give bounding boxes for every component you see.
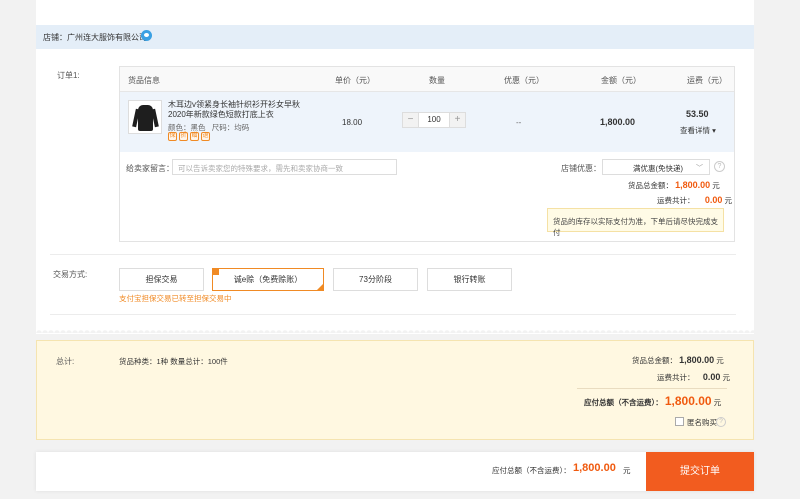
summary-payable-value: 1,800.00	[664, 394, 712, 408]
quantity-stepper[interactable]: − 100 +	[402, 112, 466, 128]
freight-total-label: 运费共计：	[657, 196, 695, 205]
footer-payable-label: 应付总额（不含运费）：	[492, 466, 571, 475]
coupon-value: 满优惠(免快递)	[633, 164, 683, 173]
payment-option-credit[interactable]: 诚e赊（免费赊账）	[212, 268, 324, 291]
stock-notice: 货品的库存以实际支付为准，下单后请尽快完成支付	[547, 208, 724, 237]
shop-bar: 店铺：广州连大服饰有限公司	[36, 25, 754, 49]
quantity-input[interactable]: 100	[418, 113, 450, 127]
goods-total-row: 货品总金额： 1,800.00 元	[628, 180, 720, 190]
anonymous-label[interactable]: 匿名购买	[687, 417, 717, 428]
col-discount: 优惠（元）	[504, 76, 544, 85]
gift-badge-icon[interactable]: 赠	[190, 132, 199, 141]
line-amount: 1,800.00	[600, 117, 636, 127]
submit-order-button[interactable]: 提交订单	[646, 452, 754, 491]
col-quantity: 数量	[429, 76, 445, 85]
wangwang-chat-icon[interactable]	[141, 30, 152, 41]
chevron-down-icon: ﹀	[696, 165, 703, 172]
col-freight: 运费（元）	[687, 76, 727, 85]
divider	[577, 388, 727, 389]
freight-total-value: 0.00	[704, 195, 723, 205]
anonymous-checkbox[interactable]	[675, 417, 684, 426]
order-label: 订单1:	[57, 71, 80, 80]
zigzag-edge	[36, 327, 754, 333]
coupon-select[interactable]: 满优惠(免快递) ﹀	[602, 159, 710, 175]
payment-option-bank[interactable]: 银行转账	[427, 268, 512, 291]
footer-bar: 应付总额（不含运费）： 1,800.00 元 提交订单	[36, 452, 754, 491]
table-header: 货品信息 单价（元） 数量 优惠（元） 金额（元） 运费（元）	[120, 67, 734, 92]
goods-total-label: 货品总金额：	[628, 181, 673, 190]
col-amount: 金额（元）	[601, 76, 641, 85]
help-icon[interactable]: ?	[716, 417, 726, 427]
coupon-label: 店铺优惠：	[561, 164, 601, 173]
freight-total-row: 运费共计： 0.00 元	[657, 195, 733, 205]
divider	[50, 314, 736, 315]
return-badge-icon[interactable]: 退	[201, 132, 210, 141]
message-input[interactable]: 可以告诉卖家您的特殊要求，需先和卖家协商一致	[172, 159, 397, 175]
selected-check-icon	[316, 283, 324, 291]
summary-payable: 应付总额（不含运费）： 1,800.00 元	[584, 394, 722, 408]
plus-icon[interactable]: +	[450, 113, 465, 127]
order-table: 货品信息 单价（元） 数量 优惠（元） 金额（元） 运费（元） 木耳边v领紧身长…	[119, 66, 735, 242]
payment-label: 交易方式:	[53, 270, 88, 279]
footer-unit: 元	[623, 466, 631, 475]
summary-freight-value: 0.00	[702, 372, 721, 382]
product-name[interactable]: 木耳边v领紧身长袖针织衫开衫女早秋2020年新款绿色短款打底上衣	[168, 100, 308, 120]
goods-total-value: 1,800.00	[675, 180, 711, 190]
payment-option-stage[interactable]: 73分阶段	[333, 268, 418, 291]
top-strip	[36, 0, 754, 14]
summary-kinds: 货品种类：1种 数量总计：100件	[119, 357, 228, 366]
summary-goods-total-value: 1,800.00	[679, 355, 715, 365]
minus-icon[interactable]: −	[403, 113, 418, 127]
shop-name[interactable]: 店铺：广州连大服饰有限公司	[43, 32, 147, 43]
summary-panel: 总计: 货品种类：1种 数量总计：100件 货品总金额： 1,800.00 元 …	[36, 340, 754, 440]
payment-option-escrow[interactable]: 担保交易	[119, 268, 204, 291]
unit-price: 18.00	[342, 118, 363, 127]
summary-label: 总计:	[56, 357, 75, 366]
col-unit-price: 单价（元）	[335, 76, 375, 85]
service-badges: 保 折 赠 退	[168, 132, 210, 141]
selected-corner-icon	[212, 268, 219, 275]
discount-badge-icon[interactable]: 折	[179, 132, 188, 141]
summary-freight: 运费共计： 0.00 元	[657, 372, 730, 382]
divider	[50, 254, 736, 255]
freight-detail-link[interactable]: 查看详情 ▾	[680, 125, 716, 136]
message-label: 给卖家留言：	[126, 164, 174, 173]
help-icon[interactable]: ?	[714, 161, 725, 172]
col-goods: 货品信息	[128, 76, 160, 85]
table-row: 木耳边v领紧身长袖针织衫开衫女早秋2020年新款绿色短款打底上衣 颜色：黑色 尺…	[120, 92, 734, 152]
guarantee-badge-icon[interactable]: 保	[168, 132, 177, 141]
product-image[interactable]	[128, 100, 162, 134]
summary-goods-total: 货品总金额： 1,800.00 元	[632, 355, 724, 365]
payment-tip: 支付宝担保交易已转至担保交易中	[119, 294, 232, 303]
discount-value: --	[516, 118, 522, 127]
freight-value: 53.50	[686, 109, 709, 119]
footer-payable-value: 1,800.00	[573, 462, 616, 474]
